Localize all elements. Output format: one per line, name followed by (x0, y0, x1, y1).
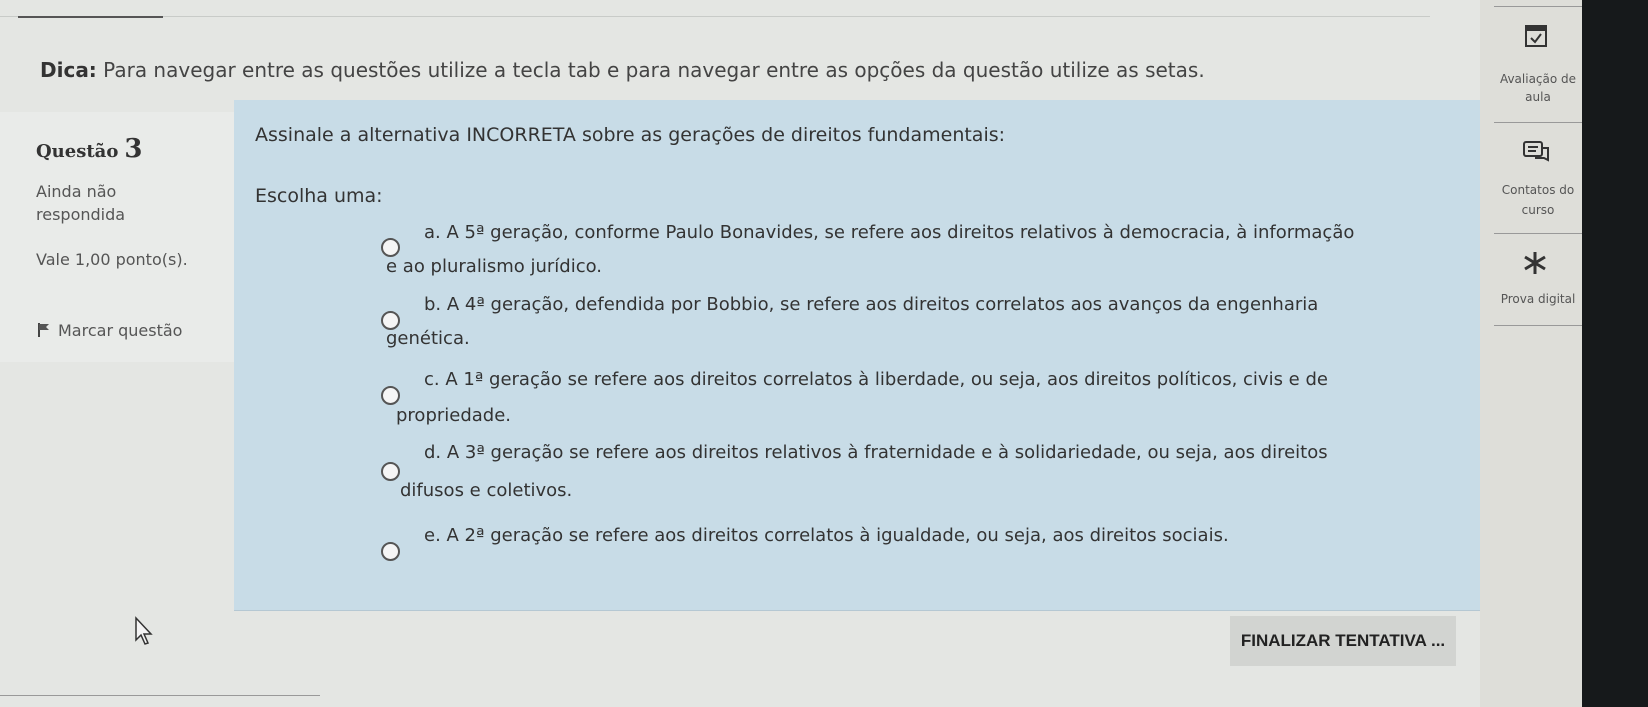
question-number: Questão 3 (36, 134, 142, 164)
flag-question-button[interactable]: Marcar questão (36, 316, 226, 346)
option-a-line2: e ao pluralismo jurídico. (386, 256, 603, 277)
chat-icon[interactable] (1522, 140, 1550, 164)
rail-item-prova-digital[interactable]: Prova digital (1494, 292, 1582, 306)
rail-item-avaliacao[interactable]: Avaliação de aula (1494, 70, 1582, 106)
question-value: Vale 1,00 ponto(s). (36, 250, 188, 269)
checklist-icon[interactable] (1524, 22, 1548, 48)
top-divider-accent (18, 16, 163, 18)
option-c-text[interactable]: c. A 1ª geração se refere aos direitos c… (396, 358, 1424, 426)
question-label: Questão (36, 141, 119, 162)
option-c-line2: propriedade. (396, 405, 512, 426)
option-a-line1: a. A 5ª geração, conforme Paulo Bonavide… (424, 222, 1355, 243)
flag-question-label: Marcar questão (58, 321, 183, 340)
option-e-line1: e. A 2ª geração se refere aos direitos c… (424, 525, 1229, 546)
option-b-line1: b. A 4ª geração, defendida por Bobbio, s… (424, 294, 1319, 315)
option-b-text[interactable]: b. A 4ª geração, defendida por Bobbio, s… (386, 285, 1424, 349)
rail-divider (1494, 122, 1582, 123)
asterisk-icon[interactable] (1522, 250, 1548, 276)
bottom-divider (0, 695, 320, 696)
flag-icon (38, 323, 49, 337)
top-divider (0, 16, 1430, 17)
hint-text: Para navegar entre as questões utilize a… (103, 58, 1205, 82)
option-d-line1: d. A 3ª geração se refere aos direitos r… (424, 442, 1328, 463)
question-prompt: Assinale a alternativa INCORRETA sobre a… (255, 124, 1006, 146)
choose-one-label: Escolha uma: (255, 185, 383, 207)
option-a-radio[interactable] (381, 238, 400, 257)
rail-divider (1494, 6, 1582, 7)
option-b-line2: genética. (386, 328, 470, 349)
hint-label: Dica: (40, 58, 97, 82)
option-e-text[interactable]: e. A 2ª geração se refere aos direitos c… (424, 526, 1424, 546)
option-c-radio[interactable] (381, 386, 400, 405)
right-edge-panel (1582, 0, 1648, 707)
option-d-text[interactable]: d. A 3ª geração se refere aos direitos r… (400, 431, 1424, 501)
option-e-radio[interactable] (381, 542, 400, 561)
option-c-line1: c. A 1ª geração se refere aos direitos c… (424, 369, 1328, 390)
question-number-value: 3 (124, 134, 143, 164)
navigation-hint: Dica: Para navegar entre as questões uti… (40, 58, 1205, 82)
option-d-radio[interactable] (381, 462, 400, 481)
rail-item-contatos[interactable]: Contatos do curso (1494, 180, 1582, 220)
option-a-text[interactable]: a. A 5ª geração, conforme Paulo Bonavide… (386, 213, 1424, 277)
finish-attempt-button[interactable]: FINALIZAR TENTATIVA ... (1230, 616, 1456, 666)
option-d-line2: difusos e coletivos. (400, 480, 573, 501)
question-status: Ainda não respondida (36, 182, 126, 224)
rail-divider (1494, 233, 1582, 234)
mouse-cursor-icon (135, 616, 153, 645)
rail-divider (1494, 325, 1582, 326)
